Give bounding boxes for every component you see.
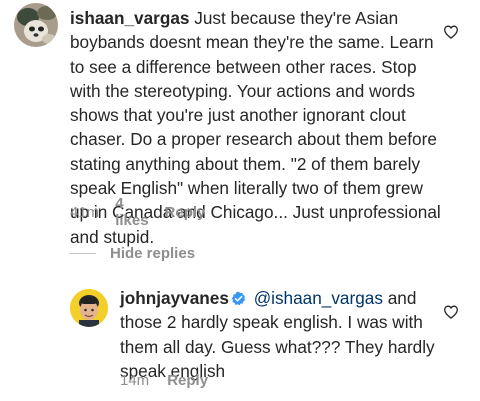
comment-timestamp: 41m bbox=[70, 203, 100, 221]
hide-replies-button[interactable]: Hide replies bbox=[70, 244, 195, 262]
hide-replies-label[interactable]: Hide replies bbox=[110, 245, 195, 262]
avatar-image bbox=[70, 289, 108, 327]
avatar-ishaan-vargas[interactable] bbox=[14, 3, 58, 47]
heart-icon[interactable] bbox=[443, 24, 459, 40]
reply-username[interactable]: johnjayvanes bbox=[120, 288, 229, 308]
reply-timestamp: 14m bbox=[120, 371, 150, 389]
comment-reply-button[interactable]: Reply bbox=[165, 204, 206, 221]
reply-reply-button[interactable]: Reply bbox=[167, 372, 208, 389]
avatar-johnjayvanes[interactable] bbox=[70, 289, 108, 327]
reply-body: johnjayvanes @ishaan_vargas and those 2 … bbox=[120, 286, 438, 383]
comment-username[interactable]: ishaan_vargas bbox=[70, 8, 189, 28]
comment-likes-count[interactable]: 4 likes bbox=[115, 195, 148, 229]
heart-icon[interactable] bbox=[443, 304, 459, 320]
reply-meta: 14m Reply bbox=[120, 371, 208, 389]
comment-meta: 41m 4 likes Reply bbox=[70, 195, 206, 229]
verified-badge-icon bbox=[231, 291, 246, 306]
reply-mention-link[interactable]: @ishaan_vargas bbox=[254, 288, 383, 308]
avatar-image bbox=[14, 3, 58, 47]
hide-replies-divider bbox=[70, 252, 96, 254]
